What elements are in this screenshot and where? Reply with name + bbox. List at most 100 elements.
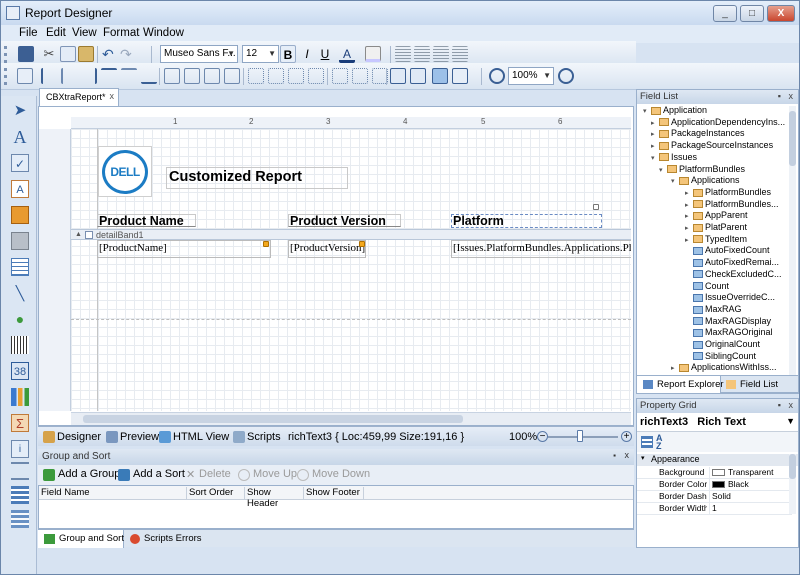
close-button[interactable]: X <box>767 5 795 22</box>
center-vertically-icon[interactable] <box>410 68 426 84</box>
document-tab[interactable]: CBXtraReport* x <box>39 88 119 106</box>
category-collapse-icon[interactable]: ▾ <box>641 454 645 462</box>
save-icon[interactable] <box>18 46 34 62</box>
line-tool-icon[interactable]: ╲ <box>11 284 29 302</box>
h-spacing-remove-icon[interactable] <box>308 68 324 84</box>
property-grid-close-icon[interactable]: x <box>789 400 794 410</box>
page-break-tool-icon[interactable] <box>11 462 29 480</box>
align-center-icon[interactable] <box>414 46 430 62</box>
field-list-item[interactable]: ▸ PackageInstances <box>651 128 745 139</box>
document-tab-close[interactable]: x <box>110 91 115 101</box>
field-list-item[interactable]: AutoFixedRemai... <box>685 257 779 268</box>
property-row[interactable]: Background C Transparent <box>637 467 792 479</box>
menu-format[interactable]: Format <box>103 27 139 39</box>
subreport-tool-icon[interactable] <box>11 510 29 528</box>
chevron-down-icon[interactable]: ▼ <box>786 416 795 426</box>
pointer-tool-icon[interactable]: ➤ <box>11 102 29 120</box>
field-product-name[interactable]: [ProductName] <box>97 240 271 258</box>
tab-html-view[interactable]: HTML View <box>173 431 229 443</box>
field-list-item[interactable]: Count <box>685 281 729 292</box>
panel-tool-icon[interactable] <box>11 232 29 250</box>
h-spacing-decrease-icon[interactable] <box>288 68 304 84</box>
field-list-item[interactable]: OriginalCount <box>685 339 760 350</box>
add-sort-button[interactable]: Add a Sort <box>133 468 185 480</box>
field-list-item[interactable]: ▾ Application <box>643 105 707 116</box>
align-rights-icon[interactable] <box>81 68 97 84</box>
zoom-slider-thumb[interactable] <box>576 430 583 442</box>
font-size-select[interactable]: 12 ▼ <box>242 45 279 63</box>
tab-preview[interactable]: Preview <box>120 431 159 443</box>
expand-toggle-icon[interactable]: ▸ <box>685 211 693 222</box>
field-list-scroll-thumb[interactable] <box>789 111 796 166</box>
rich-text-tool-icon[interactable]: A <box>11 180 29 198</box>
expand-toggle-icon[interactable]: ▸ <box>685 223 693 234</box>
same-size-icon[interactable] <box>224 68 240 84</box>
justify-icon[interactable] <box>452 46 468 62</box>
col-show-header[interactable]: Show Header <box>245 487 304 509</box>
expand-toggle-icon[interactable]: ▾ <box>643 106 651 117</box>
smart-tag-icon[interactable] <box>593 204 599 210</box>
expand-toggle-icon[interactable]: ▸ <box>685 235 693 246</box>
expand-toggle-icon[interactable]: ▾ <box>651 153 659 164</box>
chart-tool-icon[interactable] <box>11 388 29 406</box>
bring-to-front-icon[interactable] <box>432 68 448 84</box>
field-list-item[interactable]: ▸ TypedItem <box>685 234 747 245</box>
align-bottoms-icon[interactable] <box>141 68 157 84</box>
header-product-version[interactable]: Product Version <box>288 214 401 227</box>
label-tool-icon[interactable]: A <box>11 128 29 146</box>
property-row[interactable]: Border Dash Solid <box>637 491 792 503</box>
back-color-icon[interactable] <box>365 46 381 62</box>
table-of-contents-tool-icon[interactable] <box>11 486 29 504</box>
zoom-in-button[interactable]: + <box>621 431 632 442</box>
detail-band-header[interactable]: ▲ detailBand1 <box>71 229 631 240</box>
v-spacing-increase-icon[interactable] <box>352 68 368 84</box>
designer-horizontal-scrollbar[interactable] <box>71 412 631 425</box>
property-value[interactable]: Transparent <box>709 467 774 478</box>
picture-tool-icon[interactable] <box>11 206 29 224</box>
col-show-footer[interactable]: Show Footer <box>304 487 364 500</box>
zoom-in-icon[interactable] <box>558 68 574 84</box>
property-value[interactable]: Solid <box>709 491 731 502</box>
menu-window[interactable]: Window <box>143 27 184 39</box>
h-spacing-increase-icon[interactable] <box>268 68 284 84</box>
table-tool-icon[interactable] <box>11 258 29 276</box>
font-name-select[interactable]: Museo Sans F... ▼ <box>160 45 238 63</box>
field-list-item[interactable]: ▾ PlatformBundles <box>659 164 745 175</box>
zoom-out-button[interactable]: − <box>537 431 548 442</box>
report-title[interactable]: Customized Report <box>166 167 348 189</box>
field-list-item[interactable]: ▸ AppParent <box>685 210 748 221</box>
field-product-version[interactable]: [ProductVersion] <box>288 240 366 258</box>
property-grid-scrollbar[interactable] <box>789 454 796 514</box>
expand-toggle-icon[interactable]: ▸ <box>651 141 659 152</box>
sparkline-tool-icon[interactable]: Σ <box>11 414 29 432</box>
underline-button[interactable]: U <box>317 45 333 63</box>
property-value[interactable]: 1 <box>709 503 717 514</box>
expand-toggle-icon[interactable]: ▸ <box>671 363 679 374</box>
report-canvas[interactable] <box>71 129 631 411</box>
group-sort-grid[interactable]: Field Name Sort Order Show Header Show F… <box>38 485 634 529</box>
paste-icon[interactable] <box>78 46 94 62</box>
italic-button[interactable]: I <box>299 45 315 63</box>
categorized-icon[interactable] <box>641 436 653 448</box>
menu-edit[interactable]: Edit <box>46 27 66 39</box>
field-list-item[interactable]: IssueOverrideC... <box>685 292 775 303</box>
pin-icon[interactable]: ▪ <box>613 451 616 460</box>
align-centers-icon[interactable] <box>61 68 77 84</box>
zoom-select[interactable]: 100% ▼ <box>508 67 554 85</box>
shape-tool-icon[interactable]: ● <box>11 310 29 328</box>
header-product-name[interactable]: Product Name <box>97 214 196 227</box>
align-right-icon[interactable] <box>433 46 449 62</box>
property-value[interactable]: Black <box>709 479 749 490</box>
align-middles-icon[interactable] <box>121 68 137 84</box>
barcode-tool-icon[interactable] <box>11 336 29 354</box>
align-tops-icon[interactable] <box>101 68 117 84</box>
field-list-item[interactable]: ▾ Applications <box>671 175 740 186</box>
toolbar-grip-2[interactable] <box>4 68 7 85</box>
tab-scripts[interactable]: Scripts <box>247 431 281 443</box>
header-platform[interactable]: Platform <box>451 214 602 228</box>
maximize-button[interactable]: □ <box>740 5 764 22</box>
property-grid-pin-icon[interactable]: ▪ <box>778 400 781 410</box>
menu-file[interactable]: File <box>19 27 38 39</box>
move-up-button[interactable]: Move Up <box>253 468 297 480</box>
cut-icon[interactable]: ✂ <box>41 46 57 62</box>
